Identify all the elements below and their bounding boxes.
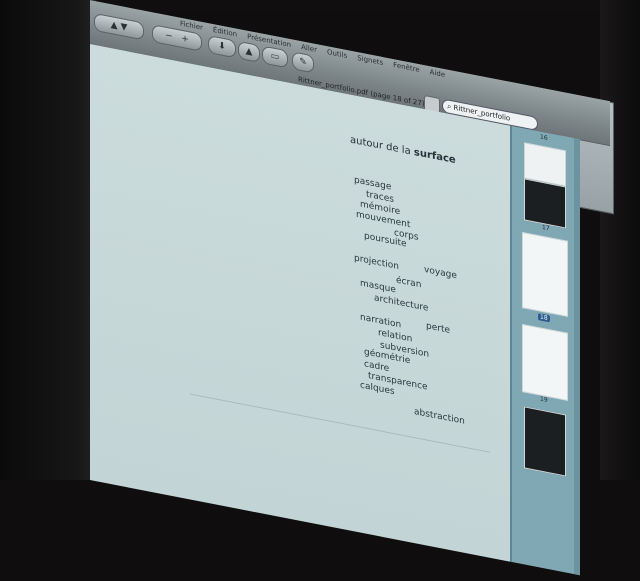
- thumbnail-page-18[interactable]: [522, 231, 568, 317]
- thumbnail-label-19: 19: [540, 395, 548, 404]
- word-masque: masque: [360, 278, 396, 296]
- menu-item-bookmarks[interactable]: Signets: [357, 54, 383, 69]
- chevron-up-icon: ▲: [110, 20, 118, 32]
- page-heading-bold: surface: [413, 146, 456, 167]
- word-perte: perte: [426, 321, 451, 336]
- thumbnail-label-16: 16: [540, 133, 548, 142]
- thumbnail-page-19[interactable]: [522, 323, 568, 401]
- chevron-down-icon: ▼: [120, 21, 128, 34]
- arrow-down-icon: ⬇: [218, 40, 226, 53]
- thumbnail-label-17: 17: [542, 223, 550, 233]
- zoom-in-icon[interactable]: +: [181, 34, 189, 45]
- search-icon: ⌕: [447, 101, 452, 112]
- pdf-page[interactable]: autour de la surface passage traces mémo…: [90, 44, 510, 566]
- page-heading: autour de la surface: [350, 135, 456, 167]
- sidebar-scrollbar[interactable]: [574, 138, 580, 580]
- pencil-icon: ✎: [299, 56, 307, 69]
- page-heading-prefix: autour de la: [350, 134, 414, 158]
- word-ecran: écran: [396, 275, 422, 291]
- pdf-viewer-window: Fichier Édition Présentation Aller Outil…: [90, 0, 610, 581]
- thumbnail-sidebar: 16 17 18 19: [510, 125, 580, 580]
- thumbnail-label-18: 18: [538, 313, 550, 323]
- word-projection: projection: [354, 253, 399, 273]
- selection-icon: ▭: [270, 51, 280, 63]
- zoom-out-icon[interactable]: −: [165, 31, 173, 42]
- word-voyage: voyage: [424, 264, 457, 282]
- thumbnail-page-20[interactable]: [524, 406, 566, 477]
- word-architecture: architecture: [374, 293, 429, 314]
- cursor-icon: ▲: [245, 46, 253, 58]
- word-abstraction: abstraction: [414, 406, 465, 427]
- menu-item-tools[interactable]: Outils: [327, 48, 347, 62]
- room-background-top: [96, 0, 640, 12]
- menu-item-help[interactable]: Aide: [430, 68, 445, 81]
- menu-item-window[interactable]: Fenêtre: [393, 61, 419, 76]
- room-background-left: [0, 0, 96, 480]
- thumbnail-page-17[interactable]: [524, 178, 566, 229]
- previous-next-button[interactable]: ▲ ▼: [94, 12, 144, 41]
